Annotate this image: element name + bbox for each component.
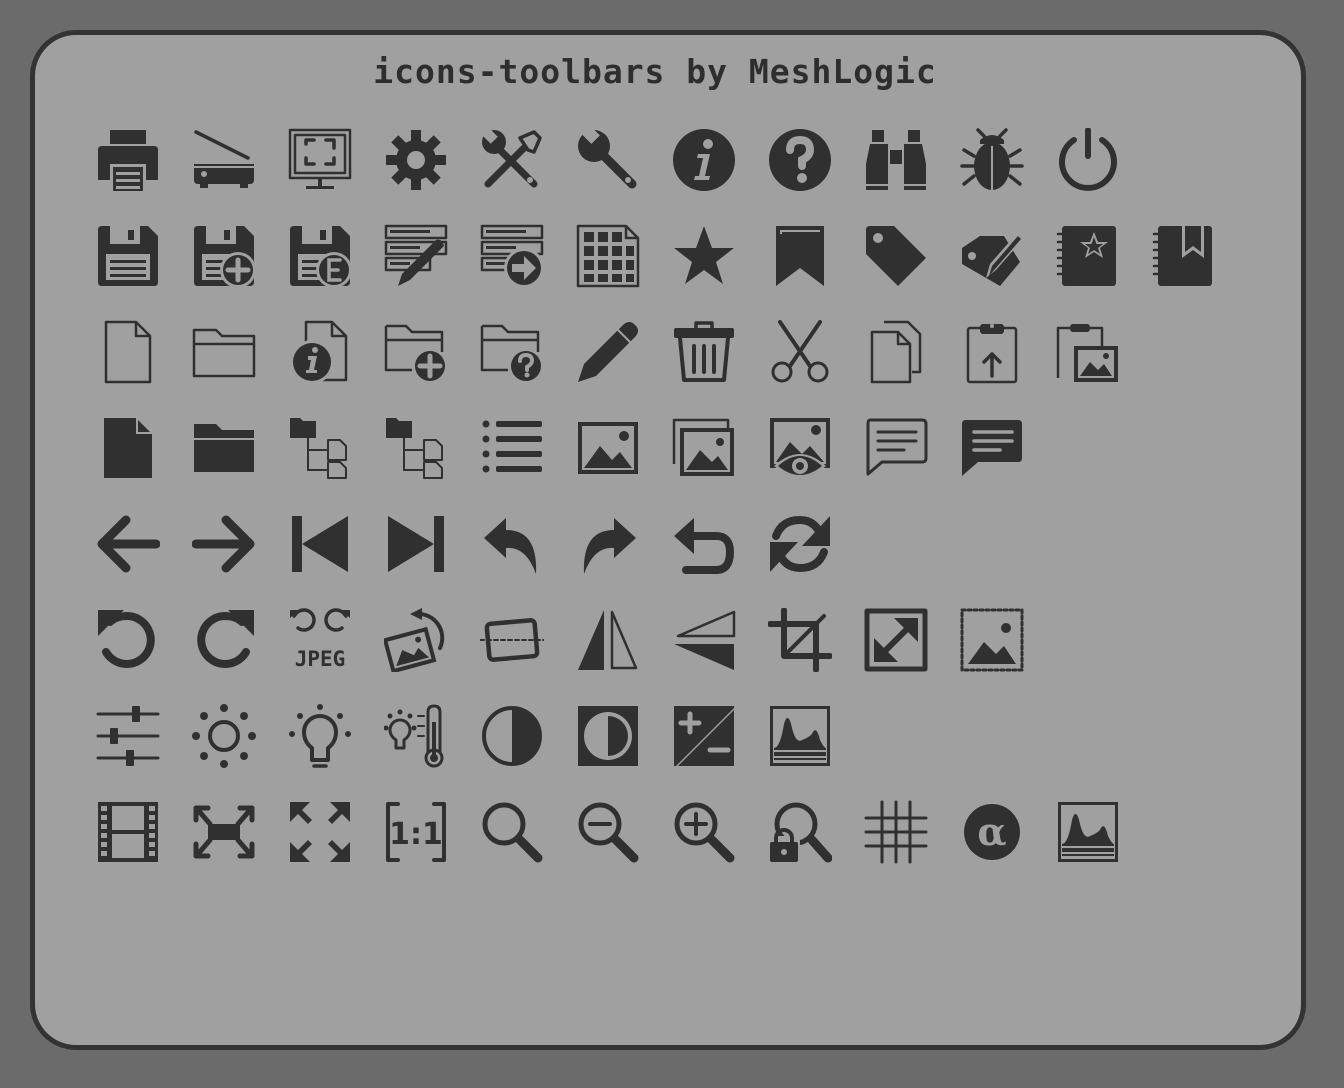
image-select-icon[interactable]: [960, 608, 1024, 672]
gear-icon[interactable]: [384, 128, 448, 192]
printer-icon[interactable]: [96, 128, 160, 192]
trash-icon[interactable]: [672, 320, 736, 384]
straighten-icon[interactable]: [480, 608, 544, 672]
save-new-icon[interactable]: [192, 224, 256, 288]
bug-icon[interactable]: [960, 128, 1024, 192]
exposure-icon[interactable]: [672, 704, 736, 768]
image-preview-icon[interactable]: [768, 416, 832, 480]
file-filled-icon[interactable]: [96, 416, 160, 480]
info-icon[interactable]: [672, 128, 736, 192]
rotate-left-icon[interactable]: [96, 608, 160, 672]
list-icon[interactable]: [480, 416, 544, 480]
help-icon[interactable]: [768, 128, 832, 192]
image-icon[interactable]: [576, 416, 640, 480]
notebook-star-icon[interactable]: [1056, 224, 1120, 288]
sliders-icon[interactable]: [96, 704, 160, 768]
refresh-icon[interactable]: [768, 512, 832, 576]
histogram-alt-icon[interactable]: [1056, 800, 1120, 864]
return-icon[interactable]: [672, 512, 736, 576]
paste-icon[interactable]: [960, 320, 1024, 384]
bookmark-icon[interactable]: [768, 224, 832, 288]
wrench-icon[interactable]: [576, 128, 640, 192]
undo-icon[interactable]: [480, 512, 544, 576]
form-edit-icon[interactable]: [384, 224, 448, 288]
fit-all-icon[interactable]: [288, 800, 352, 864]
grid-icon[interactable]: [864, 800, 928, 864]
jpeg-rotate-icon[interactable]: JPEG: [288, 608, 352, 672]
file-info-icon[interactable]: [288, 320, 352, 384]
folder-tree-icon[interactable]: [288, 416, 352, 480]
resize-icon[interactable]: [864, 608, 928, 672]
bulb-icon[interactable]: [288, 704, 352, 768]
folder-help-icon[interactable]: [480, 320, 544, 384]
comment-icon[interactable]: [864, 416, 928, 480]
actual-size-label: 1:1: [389, 817, 443, 852]
skip-last-icon[interactable]: [384, 512, 448, 576]
comment-filled-icon[interactable]: [960, 416, 1024, 480]
new-folder-icon[interactable]: [384, 320, 448, 384]
jpeg-label: JPEG: [295, 647, 346, 671]
form-submit-icon[interactable]: [480, 224, 544, 288]
contrast-icon[interactable]: [480, 704, 544, 768]
page-title: icons-toolbars by MeshLogic: [373, 52, 937, 91]
contrast-box-icon[interactable]: [576, 704, 640, 768]
alpha-label: α: [977, 809, 1006, 854]
zoom-icon[interactable]: [480, 800, 544, 864]
flip-vertical-icon[interactable]: [672, 608, 736, 672]
rotate-right-icon[interactable]: [192, 608, 256, 672]
fit-horizontal-icon[interactable]: [192, 800, 256, 864]
copy-icon[interactable]: [864, 320, 928, 384]
brightness-icon[interactable]: [192, 704, 256, 768]
tag-icon[interactable]: [864, 224, 928, 288]
tag-edit-icon[interactable]: [960, 224, 1024, 288]
actual-size-icon[interactable]: 1:1: [384, 800, 448, 864]
skip-first-icon[interactable]: [288, 512, 352, 576]
table-icon[interactable]: [576, 224, 640, 288]
folder-tree-alt-icon[interactable]: [384, 416, 448, 480]
flip-horizontal-icon[interactable]: [576, 608, 640, 672]
crop-icon[interactable]: [768, 608, 832, 672]
fullscreen-monitor-icon[interactable]: [288, 128, 352, 192]
binoculars-icon[interactable]: [864, 128, 928, 192]
image-rotate-icon[interactable]: [384, 608, 448, 672]
tools-icon[interactable]: [480, 128, 544, 192]
histogram-icon[interactable]: [768, 704, 832, 768]
zoom-lock-icon[interactable]: [768, 800, 832, 864]
images-icon[interactable]: [672, 416, 736, 480]
scissors-icon[interactable]: [768, 320, 832, 384]
pencil-icon[interactable]: [576, 320, 640, 384]
arrow-right-icon[interactable]: [192, 512, 256, 576]
notebook-bookmark-icon[interactable]: [1152, 224, 1216, 288]
zoom-in-icon[interactable]: [672, 800, 736, 864]
new-file-icon[interactable]: [96, 320, 160, 384]
alpha-icon[interactable]: α: [960, 800, 1024, 864]
open-folder-icon[interactable]: [192, 320, 256, 384]
save-export-icon[interactable]: [288, 224, 352, 288]
scanner-icon[interactable]: [192, 128, 256, 192]
film-icon[interactable]: [96, 800, 160, 864]
folder-filled-icon[interactable]: [192, 416, 256, 480]
arrow-left-icon[interactable]: [96, 512, 160, 576]
star-icon[interactable]: [672, 224, 736, 288]
save-icon[interactable]: [96, 224, 160, 288]
temperature-icon[interactable]: [384, 704, 448, 768]
power-icon[interactable]: [1056, 128, 1120, 192]
paste-image-icon[interactable]: [1056, 320, 1120, 384]
zoom-out-icon[interactable]: [576, 800, 640, 864]
redo-icon[interactable]: [576, 512, 640, 576]
